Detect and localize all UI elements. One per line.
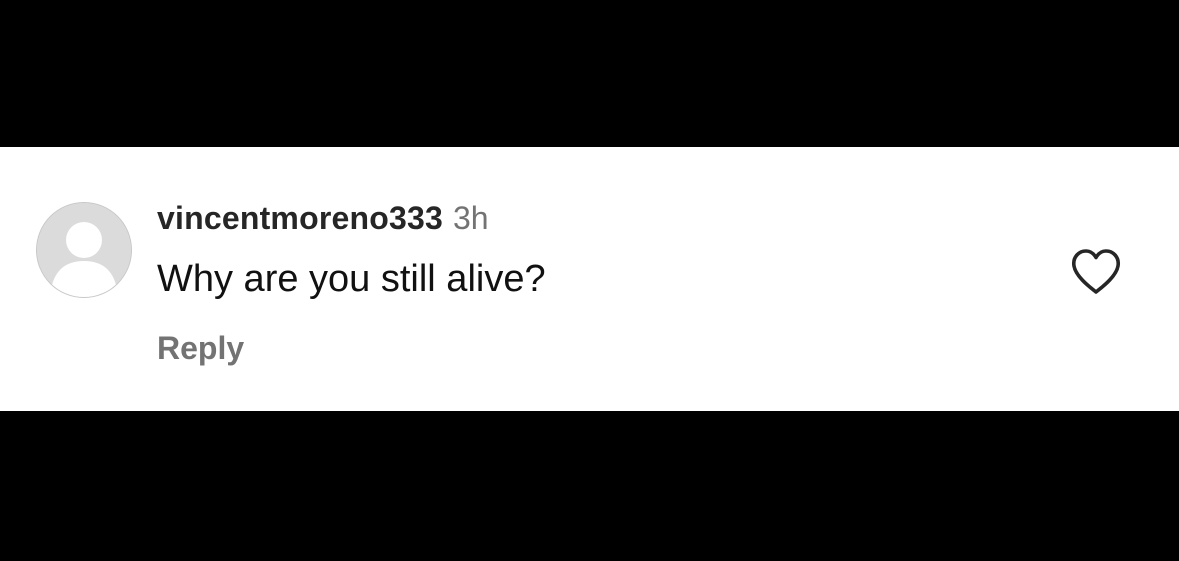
reply-button[interactable]: Reply [157,330,244,367]
like-button[interactable] [1070,248,1122,296]
default-profile-avatar-icon [37,203,131,297]
avatar[interactable] [36,202,132,298]
timestamp: 3h [452,200,489,236]
username[interactable]: vincentmoreno333 [157,200,443,237]
heart-outline-icon [1072,249,1120,294]
screenshot-frame: vincentmoreno333 3h Why are you still al… [0,0,1179,561]
comment-header: vincentmoreno333 3h [157,200,489,244]
comment-text: Why are you still alive? [157,258,546,300]
